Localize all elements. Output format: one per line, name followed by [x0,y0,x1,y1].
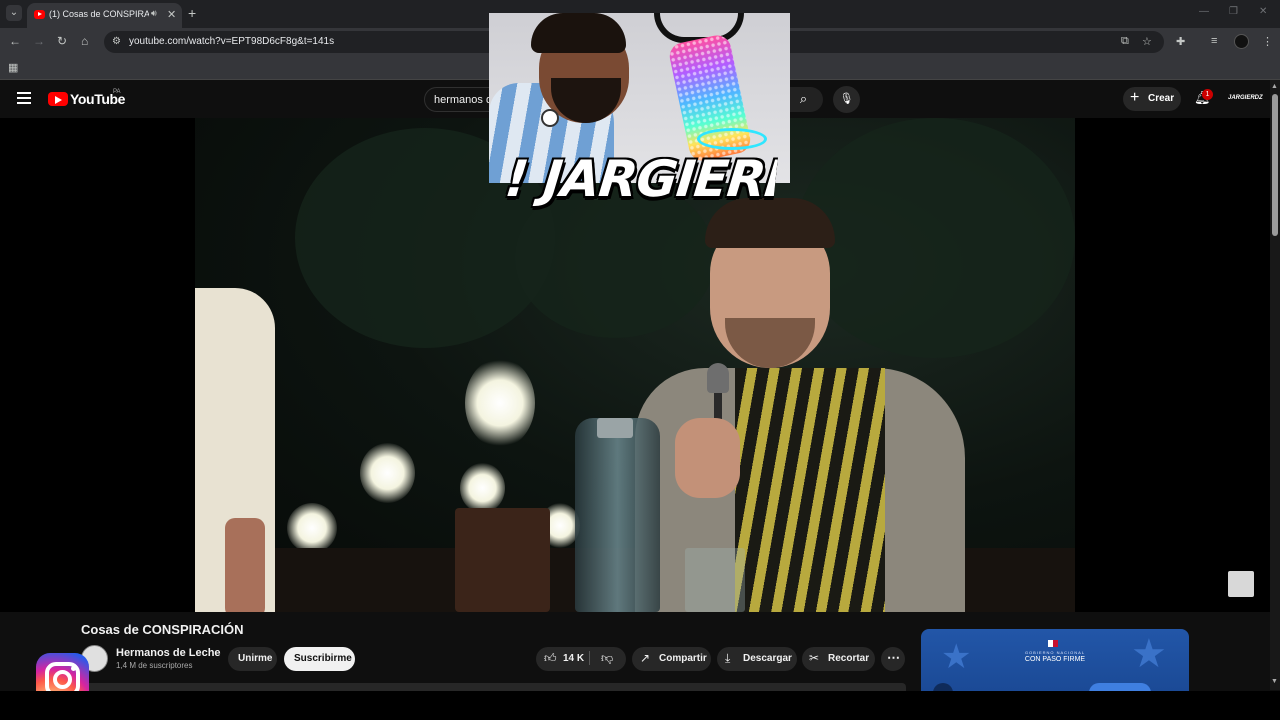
forward-icon[interactable]: → [33,34,45,48]
like-divider [589,651,590,665]
light-bulb [465,358,535,448]
url-text[interactable]: youtube.com/watch?v=EPT98D6cF8g&t=141s [129,36,334,47]
glass [685,548,745,612]
hamburger-icon[interactable] [17,92,31,104]
account-avatar[interactable]: JARGIERDZ [1228,90,1263,107]
download-icon: ⤓ [725,651,731,665]
channel-watermark[interactable] [1228,571,1254,597]
extensions-icon[interactable]: ✚ [1176,35,1185,48]
back-icon[interactable]: ← [9,34,21,48]
apps-icon[interactable]: ▦ [8,61,18,74]
subscribe-label: Suscribirme [294,653,352,664]
search-query[interactable]: hermanos d [434,94,492,106]
light-bulb [287,503,337,553]
scroll-down-icon[interactable]: ▼ [1271,678,1278,685]
video-title: Cosas de CONSPIRACIÓN [81,622,244,637]
subscriber-count: 1,4 M de suscriptores [116,661,193,670]
lamp-base [455,508,550,612]
clip-label: Recortar [828,653,870,664]
scroll-up-icon[interactable]: ▲ [1271,83,1278,90]
join-label: Unirme [238,653,273,664]
site-info-icon[interactable]: ⚙ [112,36,121,47]
panama-flag [1048,640,1058,647]
plus-icon: + [1130,89,1140,106]
description-box[interactable] [81,683,906,691]
like-icon[interactable]: 👍︎ [544,651,557,666]
install-icon[interactable]: ⧉ [1121,35,1129,48]
create-label: Crear [1148,93,1175,104]
bottle [575,418,660,612]
join-button[interactable]: Unirme [228,647,277,671]
media-icon[interactable]: ≡ [1211,35,1217,47]
rgb-microphone-ring [697,128,767,150]
more-icon: ⋯ [887,650,900,665]
speaker-hand [675,418,740,498]
streamer-name-overlay: ! JARGIERDZ [502,150,779,208]
sidebar-ad[interactable]: ★ ★ GOBIERNO NACIONAL CON PASO FIRME [921,629,1189,691]
subscribe-button[interactable]: Suscribirme [284,647,355,671]
share-icon: ↗ [640,651,651,665]
bottom-overlay-bar [0,691,1280,720]
audio-icon[interactable]: 🔊︎ [151,8,157,19]
new-tab-icon[interactable]: + [188,5,196,21]
youtube-logo-icon[interactable] [48,92,68,106]
close-icon[interactable]: ✕ [167,8,176,21]
home-icon[interactable]: ⌂ [81,34,88,48]
star-icon[interactable]: ☆ [1142,35,1152,48]
channel-name[interactable]: Hermanos de Leche [116,647,221,659]
restore-icon[interactable]: ❐ [1229,6,1238,17]
create-button[interactable]: + Crear [1123,87,1181,111]
download-button[interactable]: ⤓ Descargar [717,647,797,671]
scrollbar-thumb[interactable] [1272,94,1278,236]
youtube-favicon-icon [34,10,45,19]
notification-badge: 1 [1202,89,1213,100]
clip-button[interactable]: ✂ Recortar [802,647,875,671]
mic-icon[interactable]: 🎙︎ [833,86,860,113]
like-dislike-group: 👍︎ 14 K 👎︎ [536,647,626,671]
tab-title: (1) Cosas de CONSPIRACIÓN [49,9,149,19]
ad-avatar [933,683,953,691]
shirt-badge [541,109,559,127]
share-button[interactable]: ↗ Compartir [632,647,711,671]
streamer-hair [531,13,626,53]
like-count[interactable]: 14 K [563,653,584,664]
menu-dots-icon[interactable]: ⋮ [1262,35,1273,48]
download-label: Descargar [743,653,792,664]
speaker-beard [725,318,815,368]
minimize-icon[interactable]: — [1199,6,1209,17]
ad-government-text: GOBIERNO NACIONAL [1024,650,1086,655]
window-close-icon[interactable]: ✕ [1259,6,1267,17]
light-bulb [460,463,505,513]
microphone [707,363,729,393]
ad-cta-button[interactable] [1089,683,1151,691]
dislike-icon[interactable]: 👎︎ [601,651,613,666]
reload-icon[interactable]: ↻ [57,34,67,48]
light-bulb [360,443,415,503]
scissors-icon: ✂ [809,651,820,665]
share-label: Compartir [659,653,707,664]
foliage [795,118,1075,358]
browser-tab[interactable]: (1) Cosas de CONSPIRACIÓN 🔊︎ ✕ [27,3,182,28]
ad-slogan: CON PASO FIRME [1024,656,1086,663]
speaker-shirt [735,368,885,612]
left-person-arm [225,518,265,612]
bottle-cap [597,418,633,438]
more-actions-button[interactable]: ⋯ [881,647,905,671]
tab-search-icon[interactable]: ⌄ [6,5,22,21]
browser-profile-avatar[interactable] [1234,34,1249,49]
country-code: PA [113,89,121,95]
